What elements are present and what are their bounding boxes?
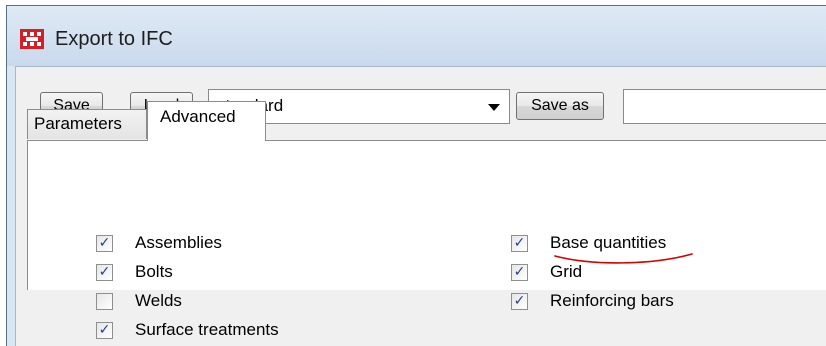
checkbox-reinforcing-bars-label: Reinforcing bars [550, 291, 674, 310]
dropdown-arrow-icon[interactable] [488, 104, 500, 111]
checkbox-base-quantities-box[interactable]: ✓ [511, 235, 528, 252]
window-title: Export to IFC [55, 28, 173, 50]
checkbox-surface-treatments-box[interactable]: ✓ [96, 322, 113, 339]
tab-advanced[interactable]: Advanced [147, 101, 266, 141]
checkbox-assemblies-box[interactable]: ✓ [96, 235, 113, 252]
export-to-ifc-window: Export to IFC Save Load standard Save as… [6, 5, 826, 346]
save-as-name-input[interactable] [623, 89, 826, 124]
title-bar[interactable]: Export to IFC [7, 6, 826, 66]
checkbox-welds-label: Welds [135, 291, 182, 310]
checkbox-bolts-box[interactable]: ✓ [96, 264, 113, 281]
save-as-button[interactable]: Save as [516, 92, 604, 120]
checkbox-bolts-label: Bolts [135, 262, 173, 281]
tekla-app-icon [20, 29, 44, 49]
checkbox-grid-box[interactable]: ✓ [511, 264, 528, 281]
checkbox-reinforcing-bars-box[interactable]: ✓ [511, 293, 528, 310]
checkbox-assemblies-label: Assemblies [135, 233, 222, 252]
tab-parameters[interactable]: Parameters [27, 109, 147, 139]
checkbox-surface-treatments-label: Surface treatments [135, 320, 279, 339]
red-underline-annotation [554, 253, 693, 264]
checkbox-welds-box[interactable] [96, 293, 113, 310]
